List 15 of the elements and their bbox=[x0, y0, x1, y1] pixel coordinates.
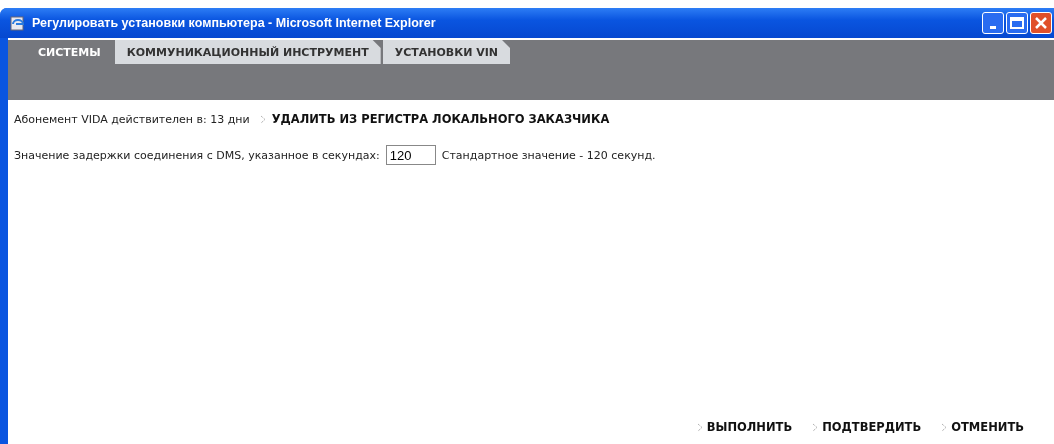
browser-icon bbox=[10, 15, 26, 31]
default-note: Стандартное значение - 120 секунд. bbox=[441, 148, 656, 162]
tab[interactable]: КОММУНИКАЦИОННЫЙ ИНСТРУМЕНТ bbox=[114, 40, 381, 64]
timeout-label: Значение задержки соединения с DMS, указанное в секундах: bbox=[14, 148, 380, 162]
subscription-text: Абонемент VIDA действителен в: 13 дни bbox=[14, 112, 250, 126]
minimize-icon bbox=[990, 25, 996, 29]
unregister-link[interactable]: УДАЛИТЬ ИЗ РЕГИСТРА ЛОКАЛЬНОГО ЗАКАЗЧИКА bbox=[271, 112, 610, 126]
window-title: Регулировать установки компьютера - Microsoft Internet Explorer bbox=[32, 16, 437, 30]
close-button[interactable] bbox=[1030, 12, 1052, 34]
timeout-field[interactable]: 120 bbox=[385, 145, 436, 165]
maximize-icon bbox=[1010, 17, 1024, 29]
tab[interactable]: УСТАНОВКИ VIN bbox=[382, 40, 511, 64]
close-icon bbox=[1035, 17, 1047, 29]
maximize-button[interactable] bbox=[1006, 12, 1028, 34]
minimize-button[interactable] bbox=[982, 12, 1004, 34]
